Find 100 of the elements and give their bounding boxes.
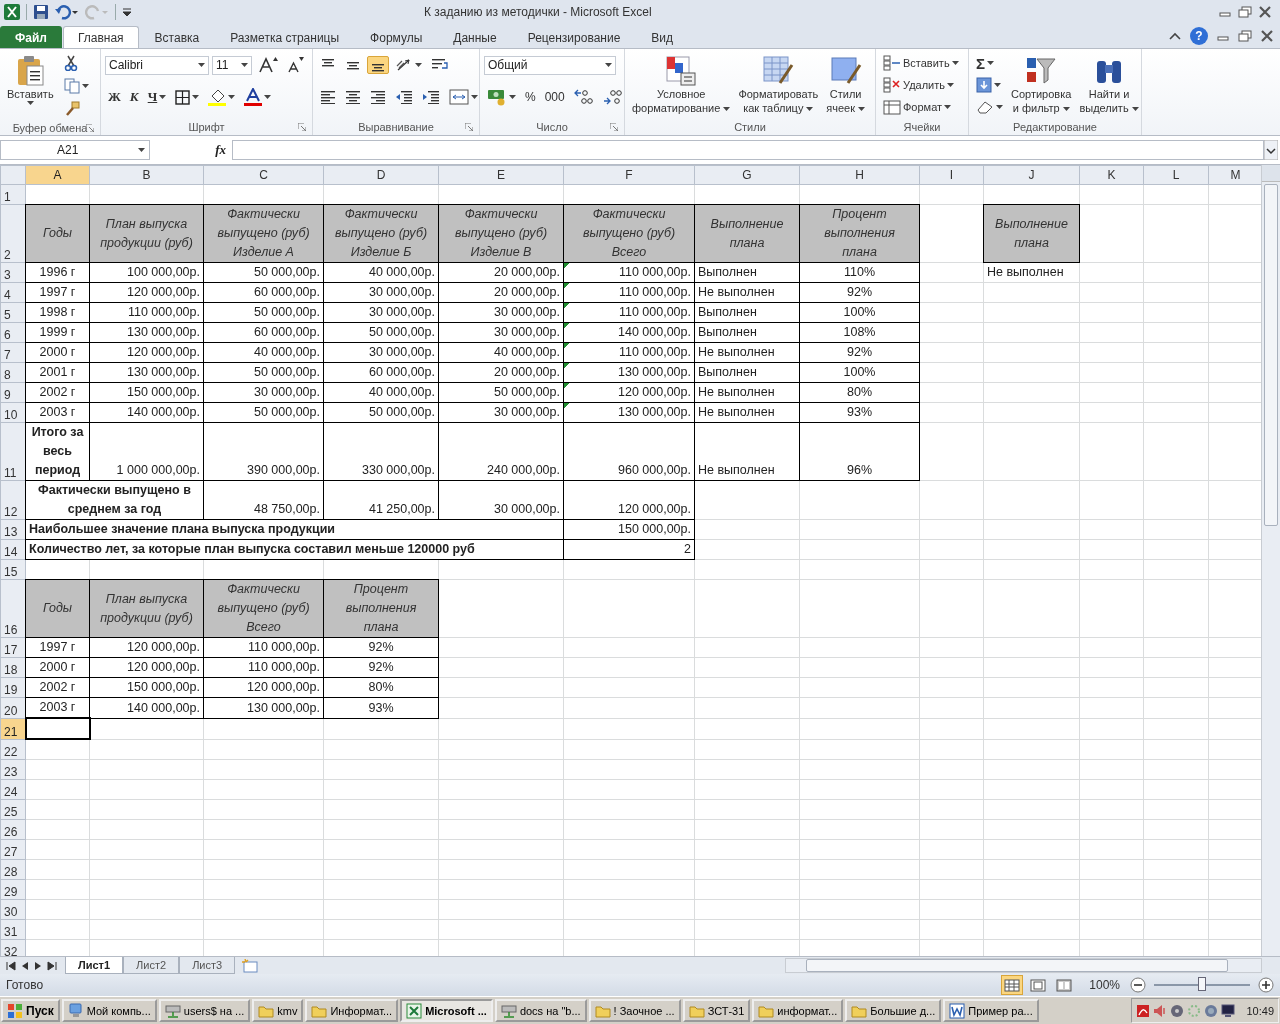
row-header[interactable]: 11 — [0, 422, 26, 481]
row-header[interactable]: 6 — [0, 322, 26, 343]
ribbon-tab[interactable]: Вставка — [139, 26, 215, 48]
row-header[interactable]: 28 — [0, 859, 26, 880]
row-header[interactable]: 31 — [0, 919, 26, 940]
column-header[interactable]: D — [323, 165, 439, 185]
row-header[interactable]: 3 — [0, 262, 26, 283]
sheet-tab[interactable]: Лист1 — [65, 957, 124, 974]
column-header[interactable]: K — [1079, 165, 1144, 185]
table-cell: Наибольшее значение плана выпуска продукции — [25, 519, 564, 540]
taskbar-button[interactable]: ЗСТ-31 — [682, 999, 751, 1022]
vertical-scrollbar[interactable] — [1261, 165, 1280, 956]
row-header[interactable]: 12 — [0, 480, 26, 520]
row-header[interactable]: 8 — [0, 362, 26, 383]
name-box[interactable]: A21 — [0, 140, 150, 160]
thousands-button[interactable]: 000 — [541, 88, 568, 106]
sheet-tab[interactable]: Лист3 — [179, 957, 236, 974]
taskbar-button[interactable]: Мой компь... — [61, 999, 157, 1022]
column-header[interactable]: A — [25, 165, 90, 185]
insert-button[interactable]: Вставить — [880, 52, 964, 74]
normal-view-button[interactable] — [1001, 975, 1024, 995]
row-header[interactable]: 10 — [0, 402, 26, 423]
row-header[interactable]: 23 — [0, 759, 26, 780]
excel-icon — [4, 4, 20, 20]
help-button[interactable]: ? — [1190, 27, 1208, 45]
conditional-formatting-button[interactable]: Условное форматирование — [629, 52, 734, 119]
column-header[interactable]: J — [983, 165, 1080, 185]
ribbon-tab[interactable]: Главная — [62, 26, 139, 48]
row-header[interactable]: 14 — [0, 539, 26, 560]
align-bottom-button[interactable] — [367, 56, 389, 74]
find-select-button[interactable]: Найти и выделить — [1076, 52, 1142, 118]
autosum-button[interactable]: Σ — [973, 52, 1006, 74]
ribbon-tab[interactable]: Рецензирование — [512, 26, 636, 48]
format-as-table-button[interactable]: Форматировать как таблицу — [735, 52, 822, 119]
format-button[interactable]: Формат — [880, 96, 964, 118]
sheet-tab[interactable]: Лист2 — [123, 957, 180, 974]
paste-button[interactable]: Вставить — [4, 52, 57, 120]
start-button[interactable]: Пуск — [1, 999, 60, 1022]
row-header[interactable]: 24 — [0, 779, 26, 800]
row-header[interactable]: 22 — [0, 739, 26, 760]
taskbar-button[interactable]: информат... — [752, 999, 844, 1022]
taskbar-button[interactable]: Microsoft ... — [400, 999, 493, 1022]
column-header[interactable]: L — [1143, 165, 1209, 185]
insert-function-button[interactable]: fx — [215, 142, 226, 158]
row-header[interactable]: 26 — [0, 819, 26, 840]
column-header[interactable]: M — [1208, 165, 1261, 185]
active-cell[interactable] — [25, 718, 90, 739]
table-cell: 120 000,00р. — [89, 657, 204, 678]
ribbon-tab[interactable]: Формулы — [355, 26, 438, 48]
taskbar-button[interactable]: docs на "b... — [494, 999, 587, 1022]
row-header[interactable]: 20 — [0, 697, 26, 718]
delete-button[interactable]: Удалить — [880, 74, 964, 96]
row-header[interactable]: 25 — [0, 799, 26, 820]
file-tab[interactable]: Файл — [0, 26, 62, 48]
row-header[interactable]: 16 — [0, 579, 26, 638]
row-header[interactable]: 7 — [0, 342, 26, 363]
sort-filter-button[interactable]: Сортировка и фильтр — [1008, 52, 1075, 118]
underline-button[interactable]: Ч — [144, 87, 170, 107]
taskbar-button[interactable]: users$ на ... — [158, 999, 251, 1022]
italic-button[interactable]: К — [126, 87, 142, 107]
row-header[interactable]: 19 — [0, 677, 26, 698]
taskbar-button[interactable]: kmv — [252, 999, 304, 1022]
taskbar-button[interactable]: Пример ра... — [943, 999, 1039, 1022]
ribbon-tab[interactable]: Разметка страницы — [215, 26, 355, 48]
taskbar-button[interactable]: Информат... — [305, 999, 399, 1022]
bold-button[interactable]: Ж — [105, 87, 124, 107]
merge-button[interactable] — [446, 87, 481, 107]
number-format-field[interactable]: Общий — [484, 55, 616, 75]
column-header[interactable]: G — [694, 165, 800, 185]
formula-input[interactable] — [232, 140, 1264, 160]
row-header[interactable]: 9 — [0, 382, 26, 403]
row-header[interactable]: 2 — [0, 204, 26, 263]
row-header[interactable]: 17 — [0, 637, 26, 658]
font-size-field[interactable]: 11 — [212, 55, 252, 75]
row-header[interactable]: 29 — [0, 879, 26, 900]
horizontal-scrollbar[interactable] — [785, 958, 1262, 973]
zoom-level[interactable]: 100% — [1089, 978, 1120, 992]
percent-button[interactable]: % — [522, 88, 539, 106]
column-header[interactable]: I — [919, 165, 984, 185]
column-header[interactable]: C — [203, 165, 324, 185]
column-header[interactable]: F — [563, 165, 695, 185]
font-name-field[interactable]: Calibri — [105, 55, 209, 75]
column-header[interactable]: B — [89, 165, 204, 185]
row-header[interactable]: 13 — [0, 519, 26, 540]
column-header[interactable]: H — [799, 165, 920, 185]
taskbar-button[interactable]: Большие д... — [845, 999, 942, 1022]
row-header[interactable]: 5 — [0, 302, 26, 323]
row-header[interactable]: 1 — [0, 184, 26, 205]
column-header[interactable]: E — [438, 165, 564, 185]
ribbon-tab[interactable]: Вид — [636, 26, 689, 48]
row-header[interactable]: 21 — [0, 718, 26, 739]
row-header[interactable]: 4 — [0, 282, 26, 303]
cell-styles-button[interactable]: Стили ячеек — [823, 52, 869, 119]
taskbar-button[interactable]: ! Заочное ... — [588, 999, 681, 1022]
row-header[interactable]: 18 — [0, 657, 26, 678]
zoom-slider-thumb[interactable] — [1198, 977, 1206, 991]
ribbon-tab[interactable]: Данные — [438, 26, 512, 48]
row-header[interactable]: 30 — [0, 899, 26, 920]
row-header[interactable]: 27 — [0, 839, 26, 860]
row-header[interactable]: 15 — [0, 559, 26, 580]
